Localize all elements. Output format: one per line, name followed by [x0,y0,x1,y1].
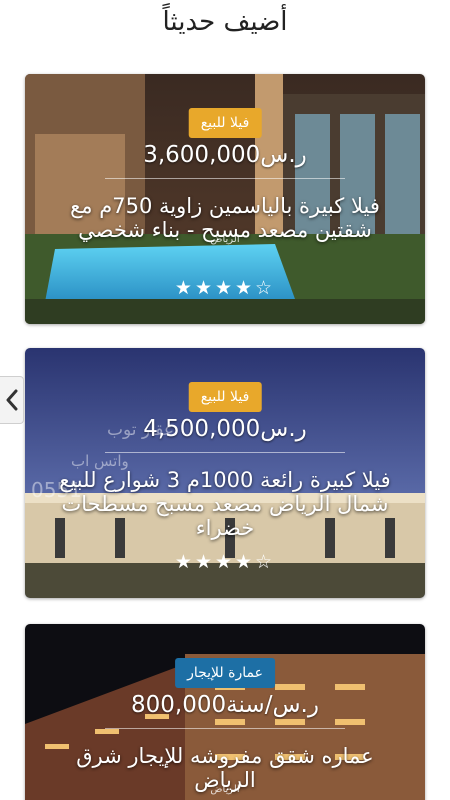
listing-location: الرياض [210,784,240,795]
listing-card-2[interactable]: عقار توب واتس اب 0551 فيلا للبيع 4,500,0… [25,348,425,598]
rating-stars: ★★★★☆ [174,277,276,299]
divider [105,452,345,453]
page-title: أضيف حديثاً [162,7,288,37]
listing-type-badge: فيلا للبيع [188,108,262,138]
listing-title[interactable]: فيلا كبيرة رائعة 1000م 3 شوارع للبيع شما… [47,468,403,540]
previous-button[interactable] [0,376,24,424]
listing-price: 3,600,000ر.س [143,142,307,168]
listing-card-1[interactable]: فيلا للبيع 3,600,000ر.س فيلا كبيرة باليا… [25,74,425,324]
listing-type-badge: فيلا للبيع [188,382,262,412]
listing-price: 800,000ر.س/سنة [131,692,319,718]
listing-type-badge: عمارة للإيجار [175,658,275,688]
rating-stars: ★★★★☆ [174,551,276,573]
listing-price: 4,500,000ر.س [143,416,307,442]
listing-card-3[interactable]: عمارة للإيجار 800,000ر.س/سنة عماره شقق م… [25,624,425,800]
chevron-left-icon [6,389,17,411]
listing-location: الرياض [210,234,240,245]
divider [105,728,345,729]
divider [105,178,345,179]
